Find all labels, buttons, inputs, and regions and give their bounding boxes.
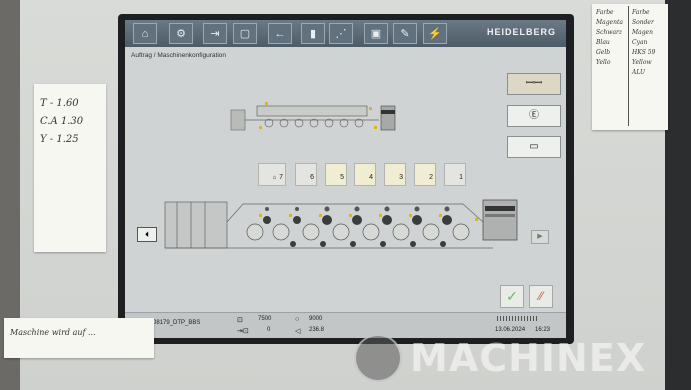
brand-logo: HEIDELBERG — [486, 27, 556, 37]
arrow-icon[interactable]: ← — [268, 23, 292, 44]
speed-icon: ◁ — [295, 328, 301, 335]
feeder-icon[interactable]: ⇥ — [203, 23, 227, 44]
sticky-note-bottom: Maschine wird auf ... — [4, 318, 154, 358]
unit-box-2[interactable]: 2 — [414, 163, 436, 186]
note-column-1: Farbe Magenta Schwarz Blau Gelb Yello — [596, 8, 623, 68]
note-line: ALU — [632, 69, 646, 76]
note-line: Gelb — [596, 49, 611, 56]
counter-value-1: 7500 — [258, 316, 272, 322]
sheet-counter-icon: ⊡ — [237, 317, 243, 324]
note-line: C.A 1.30 — [40, 116, 84, 127]
note-line: Blau — [596, 39, 610, 46]
unit-box-6[interactable]: 6 — [295, 163, 317, 186]
note-line: Sonder — [632, 19, 654, 26]
monitor-icon[interactable]: ▢ — [233, 23, 257, 44]
nav-left-button[interactable]: ⏴ — [137, 227, 157, 242]
press-overview-diagram — [230, 102, 396, 131]
top-toolbar: ⌂ ⚙ ⇥ ▢ ← ▮ ⋰ ▣ ✎ ⚡ HEIDELBERG — [125, 20, 566, 47]
waste-counter-icon: ⇥⊡ — [237, 328, 249, 335]
print-icon[interactable]: ▣ — [364, 23, 388, 44]
watermark-logo-icon — [354, 334, 402, 382]
note-line: Farbe — [632, 9, 650, 16]
note-line: Schwarz — [596, 29, 623, 36]
sticky-note-left: T - 1.60 C.A 1.30 Y - 1.25 — [34, 84, 106, 252]
press-console-screen: ⌂ ⚙ ⇥ ▢ ← ▮ ⋰ ▣ ✎ ⚡ HEIDELBERG Auftrag /… — [125, 20, 566, 338]
note-line: Magenta — [596, 19, 623, 26]
note-divider — [628, 6, 629, 126]
press-units-diagram — [164, 199, 518, 249]
sticky-note-right: Farbe Magenta Schwarz Blau Gelb Yello Fa… — [592, 4, 668, 130]
unit-box-4[interactable]: 4 — [354, 163, 376, 186]
note-column-2: Farbe Sonder Magen Cyan HKS 59 Yellow AL… — [632, 8, 655, 78]
view-button[interactable]: ▭ — [507, 136, 561, 158]
unit-box-3[interactable]: 3 — [384, 163, 406, 186]
unit-label: 3 — [399, 174, 403, 181]
unit-box-1[interactable]: 1 — [444, 163, 466, 186]
note-line: Yello — [596, 59, 611, 66]
unit-icon[interactable]: ▮ — [301, 23, 325, 44]
counter-value-3: 0 — [267, 327, 271, 333]
note-line: Cyan — [632, 39, 648, 46]
unit-box-7[interactable]: ⌂ 7 — [258, 163, 286, 186]
home-icon[interactable]: ⌂ — [133, 23, 157, 44]
watermark: MACHINEX — [348, 330, 678, 386]
cancel-button[interactable]: ⁄⁄ — [529, 285, 553, 308]
nav-right-button[interactable]: ▶ — [531, 230, 549, 244]
unit-label: 1 — [459, 174, 463, 181]
target-icon: ○ — [295, 316, 300, 323]
unit-label: 2 — [429, 174, 433, 181]
unit-label: 6 — [310, 174, 314, 181]
note-line: T - 1.60 — [40, 98, 79, 109]
note-line: HKS 59 — [632, 49, 656, 56]
settings-icon[interactable]: ⚙ — [169, 23, 193, 44]
watermark-text: MACHINEX — [410, 336, 647, 380]
note-line: Farbe — [596, 9, 614, 16]
page-title: Auftrag / Maschinenkonfiguration — [131, 52, 227, 59]
tools-icon[interactable]: ✎ — [393, 23, 417, 44]
dots-icon[interactable]: ⋰ — [329, 23, 353, 44]
note-line: Y - 1.25 — [40, 134, 79, 145]
confirm-button[interactable]: ✓ — [500, 285, 524, 308]
power-icon[interactable]: ⚡ — [423, 23, 447, 44]
note-line: Maschine wird auf ... — [10, 328, 96, 337]
counter-value-2: 9000 — [309, 316, 323, 322]
unit-label: 4 — [369, 174, 373, 181]
unit-prefix-icon: ⌂ — [272, 175, 277, 181]
manual-button[interactable]: Ⓔ — [507, 105, 561, 127]
unit-label: 5 — [340, 174, 344, 181]
config-button[interactable]: ꟷꟷ — [507, 73, 561, 95]
note-line: Yellow — [632, 59, 652, 66]
note-line: Magen — [632, 29, 653, 36]
unit-box-5[interactable]: 5 — [325, 163, 347, 186]
barcode-icon — [497, 316, 537, 321]
unit-label: 7 — [279, 174, 283, 181]
speed-value: 236.8 — [309, 327, 325, 333]
